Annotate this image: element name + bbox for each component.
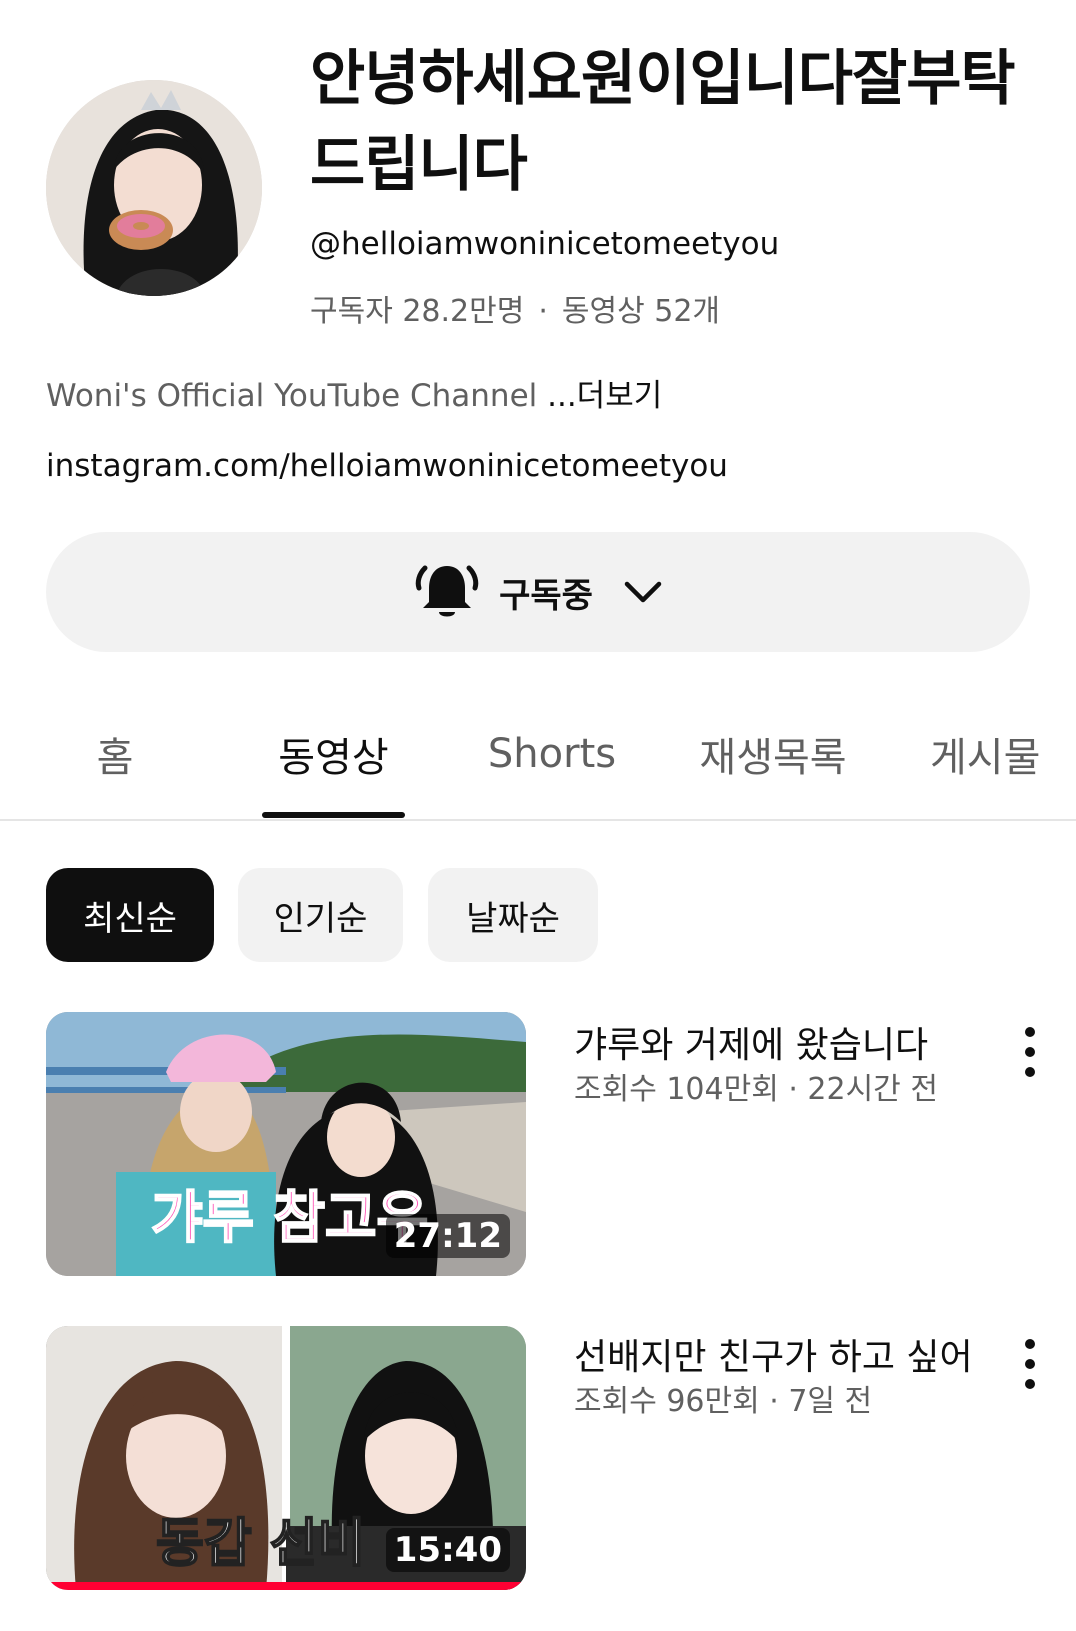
- watch-progress-bar: [46, 1582, 526, 1590]
- video-thumbnail[interactable]: 갸루 참고우 27:12: [46, 1012, 526, 1276]
- tab-playlists[interactable]: 재생목록: [688, 690, 858, 818]
- video-title[interactable]: 선배지만 친구가 하고 싶어: [574, 1328, 973, 1380]
- active-tab-indicator: [262, 812, 405, 818]
- more-options-icon[interactable]: [1010, 1334, 1050, 1394]
- channel-tabs: 홈 동영상 Shorts 재생목록 게시물: [0, 690, 1076, 820]
- channel-stats: 구독자 28.2만명 · 동영상 52개: [310, 286, 720, 330]
- tab-posts[interactable]: 게시물: [930, 690, 1076, 818]
- more-link[interactable]: ...더보기: [547, 378, 662, 414]
- channel-handle: @helloiamwoninicetomeetyou: [310, 226, 780, 262]
- bell-icon: [415, 565, 479, 617]
- channel-name: 안녕하세요원이입니다잘부탁드립니다: [310, 44, 1016, 200]
- chevron-down-icon: [624, 581, 662, 603]
- subscriber-count: 구독자 28.2만명: [310, 294, 525, 329]
- subscribed-button[interactable]: 구독중: [46, 532, 1030, 652]
- tab-home[interactable]: 홈: [60, 690, 170, 818]
- thumbnail-caption: 동갑 선비: [155, 1513, 366, 1575]
- video-duration: 27:12: [385, 1214, 510, 1258]
- video-title[interactable]: 갸루와 거제에 왔습니다: [574, 1016, 928, 1068]
- chip-latest[interactable]: 최신순: [46, 868, 214, 962]
- channel-description[interactable]: Woni's Official YouTube Channel ...더보기: [46, 370, 662, 415]
- chip-popular[interactable]: 인기순: [238, 868, 403, 962]
- tabs-divider: [0, 819, 1076, 821]
- description-text: Woni's Official YouTube Channel: [46, 378, 548, 414]
- more-options-icon[interactable]: [1010, 1022, 1050, 1082]
- channel-avatar[interactable]: [46, 80, 262, 296]
- stats-separator: ·: [538, 294, 548, 329]
- video-count: 동영상 52개: [561, 294, 721, 329]
- tab-shorts[interactable]: Shorts: [462, 690, 642, 818]
- video-meta: 조회수 104만회 · 22시간 전: [574, 1072, 938, 1107]
- video-meta: 조회수 96만회 · 7일 전: [574, 1384, 873, 1419]
- tab-videos[interactable]: 동영상: [262, 690, 405, 818]
- video-thumbnail[interactable]: 동갑 선비 15:40: [46, 1326, 526, 1590]
- video-duration: 15:40: [385, 1528, 510, 1572]
- channel-link[interactable]: instagram.com/helloiamwoninicetomeetyou: [46, 448, 728, 484]
- subscribed-label: 구독중: [499, 575, 593, 616]
- avatar-image: [46, 80, 262, 296]
- chip-oldest[interactable]: 날짜순: [428, 868, 598, 962]
